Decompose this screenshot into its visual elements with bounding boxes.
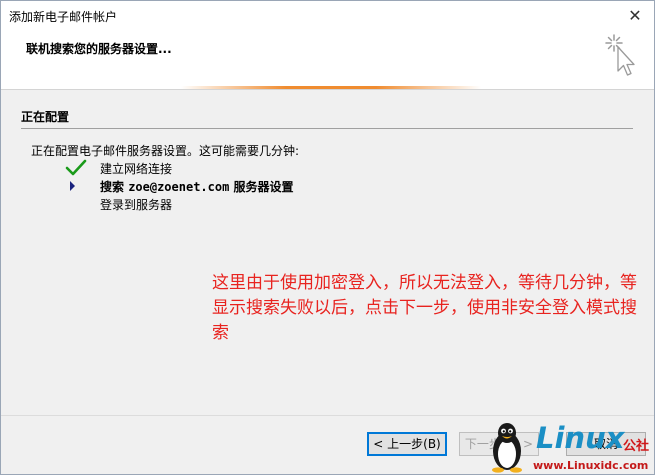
footer-divider: [1, 415, 654, 416]
close-icon: ✕: [628, 5, 642, 25]
watermark: Linux 公社 www.Linuxidc.com: [481, 419, 655, 475]
annotation-text: 这里由于使用加密登入，所以无法登入，等待几分钟，等显示搜索失败以后，点击下一步，…: [212, 273, 637, 343]
title-bar: 添加新电子邮件帐户 ✕: [1, 1, 654, 31]
section-title: 正在配置: [21, 110, 70, 124]
window-title: 添加新电子邮件帐户: [9, 10, 118, 24]
dialog-window: 添加新电子邮件帐户 ✕ 联机搜索您的服务器设置... 正在配置 正在配置电子邮件…: [0, 0, 655, 475]
watermark-cn: 公社: [623, 439, 650, 454]
checkmark-icon: [65, 159, 87, 176]
step-label: 建立网络连接: [100, 162, 173, 176]
section-description: 正在配置电子邮件服务器设置。这可能需要几分钟:: [31, 144, 300, 158]
watermark-logo: Linux: [536, 421, 625, 455]
wizard-header: 联机搜索您的服务器设置...: [1, 31, 654, 89]
triangle-right-icon: [70, 181, 75, 191]
penguin-icon: [492, 423, 522, 473]
watermark-url: www.Linuxidc.com: [533, 459, 649, 472]
step-label: 登录到服务器: [100, 198, 173, 212]
back-button[interactable]: < 上一步(B): [367, 432, 447, 456]
section-divider: [21, 128, 633, 129]
close-button[interactable]: ✕: [620, 1, 650, 29]
header-separator: [1, 89, 654, 90]
email-address: zoe@zoenet.com: [128, 180, 230, 194]
header-title: 联机搜索您的服务器设置...: [26, 42, 172, 56]
step-label: 搜索 zoe@zoenet.com 服务器设置: [100, 180, 294, 194]
busy-cursor-icon: [605, 34, 635, 76]
